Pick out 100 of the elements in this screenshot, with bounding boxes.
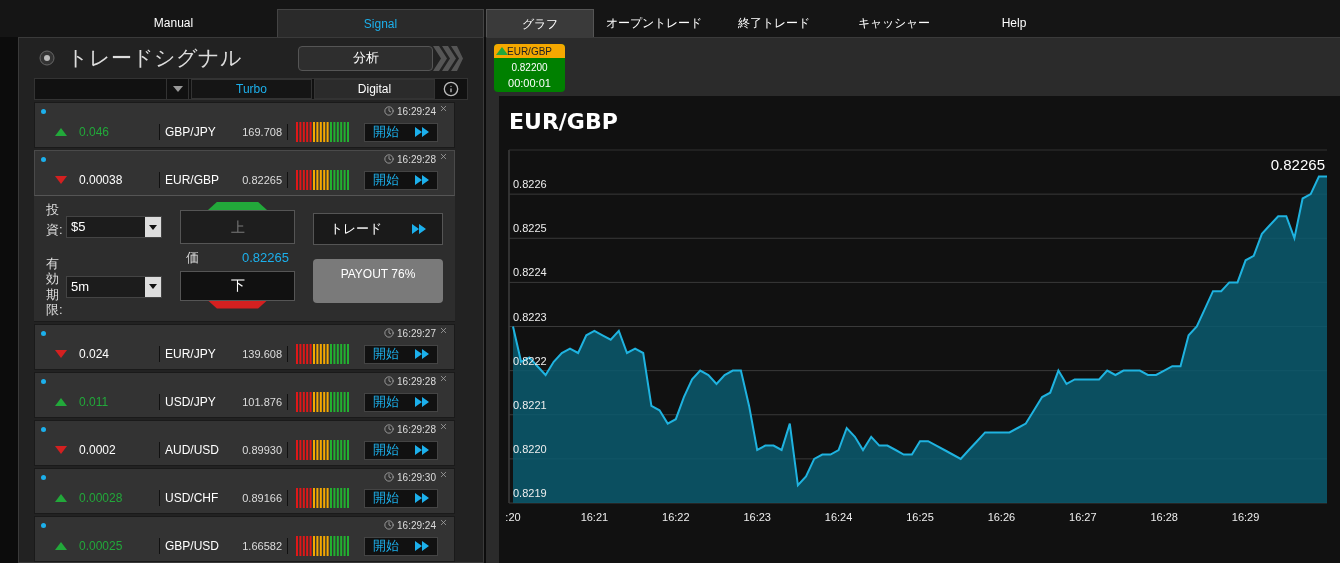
- nav-tab[interactable]: 終了トレード: [714, 9, 834, 37]
- signal-row[interactable]: 16:29:24 0.00025 GBP/USD 1.66582 開始: [34, 516, 455, 562]
- close-icon[interactable]: [439, 151, 448, 161]
- investment-select[interactable]: $5: [66, 216, 162, 238]
- y-axis-label: 0.8225: [513, 222, 547, 235]
- pair-price: 1.66582: [241, 538, 282, 554]
- close-icon[interactable]: [439, 469, 448, 479]
- filter-tab[interactable]: Turbo: [191, 79, 312, 99]
- double-arrow-icon: [415, 127, 429, 137]
- nav-tab[interactable]: Signal: [277, 9, 484, 37]
- change-value: 0.00038: [79, 172, 124, 189]
- x-axis-label: 16:28: [1150, 511, 1178, 523]
- nav-tab[interactable]: グラフ: [486, 9, 594, 37]
- price-label: 価: [186, 249, 199, 267]
- double-arrow-icon: [415, 397, 429, 407]
- price-value: 0.82265: [242, 249, 289, 267]
- nav-tab[interactable]: Manual: [70, 9, 277, 37]
- strength-meter-icon: [296, 344, 350, 364]
- strength-meter-icon: [296, 488, 350, 508]
- signal-time: 16:29:28: [397, 422, 436, 437]
- signal-row[interactable]: 16:29:28 0.011 USD/JPY 101.876 開始: [34, 372, 455, 418]
- start-button[interactable]: 開始: [364, 488, 438, 508]
- signal-row[interactable]: 16:29:30 0.00028 USD/CHF 0.89166 開始: [34, 468, 455, 514]
- change-value: 0.024: [79, 346, 111, 363]
- radio-icon: [39, 50, 55, 66]
- payout-label: PAYOUT 76%: [313, 259, 443, 303]
- start-button[interactable]: 開始: [364, 536, 438, 556]
- y-axis-label: 0.8221: [513, 398, 547, 411]
- signal-row[interactable]: 16:29:28 0.0002 AUD/USD 0.89930 開始: [34, 420, 455, 466]
- signal-time: 16:29:30: [397, 470, 436, 485]
- strength-meter-icon: [296, 536, 350, 556]
- start-button[interactable]: 開始: [364, 122, 438, 142]
- y-axis-label: 0.8220: [513, 442, 547, 455]
- expiry-label: 有効期限:: [46, 255, 64, 318]
- x-axis-label: 16:26: [987, 511, 1016, 523]
- currency-pair: USD/JPY: [164, 394, 217, 411]
- signal-row[interactable]: 16:29:28 0.00038 EUR/GBP 0.82265 開始: [34, 150, 455, 196]
- ticket-timer: 00:00:01: [508, 76, 551, 91]
- chart-title: EUR/GBP: [509, 108, 619, 136]
- close-icon[interactable]: [439, 421, 448, 431]
- clock-icon: [384, 154, 395, 164]
- start-button[interactable]: 開始: [364, 170, 438, 190]
- close-icon[interactable]: [439, 373, 448, 383]
- signal-row[interactable]: 16:29:27 0.024 EUR/JPY 139.608 開始: [34, 324, 455, 370]
- double-arrow-icon: [412, 224, 426, 234]
- currency-pair: EUR/GBP: [164, 172, 220, 189]
- up-button[interactable]: 上: [180, 210, 295, 244]
- clock-icon: [384, 520, 395, 530]
- x-axis-label: 16:24: [824, 511, 853, 523]
- currency-pair: AUD/USD: [164, 442, 220, 459]
- nav-tab[interactable]: オープントレード: [594, 9, 714, 37]
- last-price-label: 0.82265: [1270, 156, 1325, 174]
- close-icon[interactable]: [439, 517, 448, 527]
- signal-time: 16:29:28: [397, 374, 436, 389]
- nav-tab[interactable]: Help: [954, 9, 1074, 37]
- currency-pair: GBP/USD: [164, 538, 220, 555]
- x-axis-label: 16:27: [1069, 511, 1097, 523]
- strength-meter-icon: [296, 440, 350, 460]
- x-axis-label: 16:22: [662, 511, 690, 523]
- y-axis-label: 0.8226: [513, 178, 547, 191]
- chevrons-icon: [433, 45, 463, 71]
- pair-price: 139.608: [241, 346, 282, 362]
- double-arrow-icon: [415, 493, 429, 503]
- y-axis-label: 0.8224: [513, 266, 547, 279]
- close-icon[interactable]: [439, 103, 448, 113]
- change-value: 0.011: [79, 394, 110, 411]
- x-axis-label: 16:21: [580, 511, 609, 523]
- down-button[interactable]: 下: [180, 270, 295, 301]
- panel-title: トレードシグナル: [67, 45, 242, 72]
- signal-row[interactable]: 16:29:24 0.046 GBP/JPY 169.708 開始: [34, 102, 455, 148]
- start-button[interactable]: 開始: [364, 344, 438, 364]
- clock-icon: [384, 424, 395, 434]
- clock-icon: [384, 376, 395, 386]
- start-button[interactable]: 開始: [364, 392, 438, 412]
- nav-tab[interactable]: キャッシャー: [834, 9, 954, 37]
- trade-ticket[interactable]: EUR/GBP 0.82200 00:00:01: [494, 44, 565, 92]
- double-arrow-icon: [415, 349, 429, 359]
- ticket-price: 0.82200: [511, 61, 548, 75]
- x-axis-label: :20: [505, 511, 521, 523]
- filter-tab[interactable]: Digital: [314, 79, 435, 99]
- investment-label: 投資:: [46, 201, 64, 239]
- change-value: 0.0002: [79, 442, 117, 459]
- signal-time: 16:29:27: [397, 326, 436, 341]
- caret-icon: [172, 86, 183, 92]
- start-button[interactable]: 開始: [364, 440, 438, 460]
- signal-time: 16:29:24: [397, 518, 436, 533]
- x-axis-label: 16:29: [1231, 511, 1260, 523]
- trade-button[interactable]: トレード: [313, 213, 443, 245]
- currency-pair: EUR/JPY: [164, 346, 217, 363]
- close-icon[interactable]: [439, 325, 448, 335]
- signal-time: 16:29:24: [397, 104, 436, 119]
- currency-pair: USD/CHF: [164, 490, 220, 507]
- ticket-pair: EUR/GBP: [507, 44, 552, 59]
- pair-price: 101.876: [241, 394, 282, 410]
- expiry-select[interactable]: 5m: [66, 275, 162, 298]
- currency-pair: GBP/JPY: [164, 124, 217, 141]
- pair-price: 169.708: [241, 124, 282, 140]
- info-icon[interactable]: [443, 81, 459, 97]
- strength-meter-icon: [296, 122, 350, 142]
- pair-price: 0.89930: [241, 442, 282, 458]
